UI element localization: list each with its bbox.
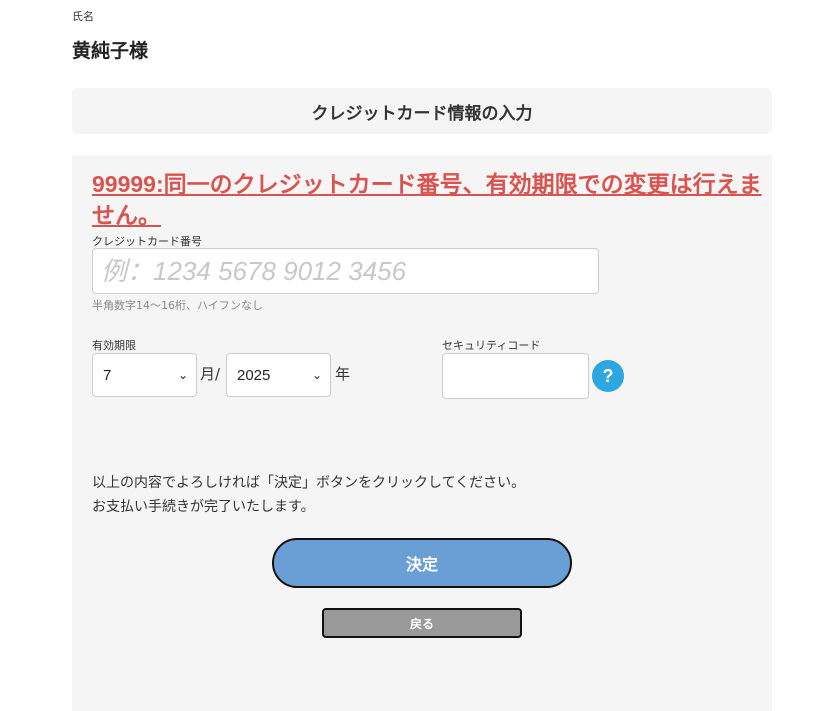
card-number-label: クレジットカード番号 [92, 235, 202, 248]
expiry-label: 有効期限 [92, 339, 136, 352]
instructions-line-2: お支払い手続きが完了いたします。 [92, 499, 315, 515]
expiry-year-select[interactable]: 2025 ⌄ [226, 353, 331, 397]
card-number-input[interactable] [92, 248, 599, 294]
expiry-year-value: 2025 [237, 366, 271, 384]
chevron-down-icon: ⌄ [177, 368, 188, 382]
help-icon[interactable]: ? [592, 360, 624, 392]
card-number-hint: 半角数字14〜16桁、ハイフンなし [92, 299, 263, 312]
submit-button[interactable]: 決定 [272, 538, 572, 588]
security-code-label: セキュリティコード [442, 339, 541, 352]
chevron-down-icon: ⌄ [311, 368, 322, 382]
expiry-month-select[interactable]: 7 ⌄ [92, 353, 197, 397]
expiry-month-unit: 月/ [200, 365, 221, 383]
error-message: 99999:同一のクレジットカード番号、有効期限での変更は行えません。 [92, 171, 762, 228]
security-code-input[interactable] [442, 353, 589, 399]
customer-name: 黄純子様 [72, 40, 149, 62]
expiry-month-value: 7 [103, 366, 112, 384]
customer-name-label: 氏名 [72, 10, 94, 23]
expiry-year-unit: 年 [335, 365, 351, 383]
card-form-panel: 99999:同一のクレジットカード番号、有効期限での変更は行えません。 クレジッ… [72, 155, 772, 711]
back-button[interactable]: 戻る [322, 608, 522, 638]
section-header: クレジットカード情報の入力 [72, 88, 772, 134]
instructions: 以上の内容でよろしければ「決定」ボタンをクリックしてください。 お支払い手続きが… [92, 471, 525, 519]
instructions-line-1: 以上の内容でよろしければ「決定」ボタンをクリックしてください。 [92, 475, 526, 491]
